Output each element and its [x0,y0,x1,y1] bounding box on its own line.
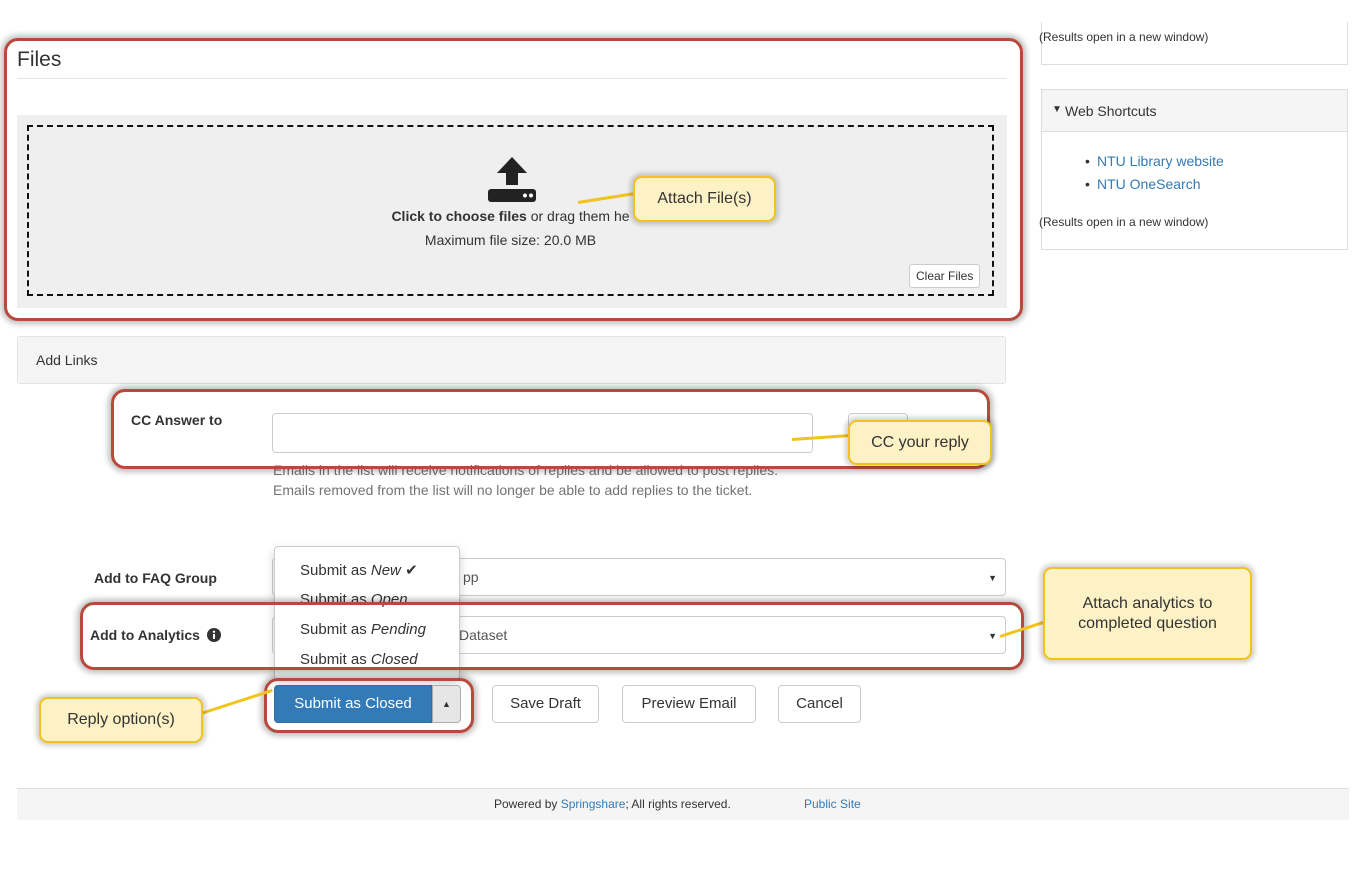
shortcut-link-ntu-library[interactable]: NTU Library website [1097,153,1224,169]
save-draft-button[interactable]: Save Draft [492,685,599,723]
select-caret-icon: ▼ [988,573,997,583]
menu-item-submit-new[interactable]: Submit as New ✔ [300,561,418,579]
submit-highlight [264,678,474,733]
caret-down-icon: ▼ [1052,104,1062,115]
reply-options-pointer [200,688,273,715]
cancel-button[interactable]: Cancel [778,685,861,723]
preview-email-button[interactable]: Preview Email [622,685,756,723]
faq-group-selected: pp [463,569,479,585]
footer-powered-by: Powered by Springshare; All rights reser… [494,797,731,811]
sidebar-results-panel: (Results open in a new window) [1039,22,1348,65]
shortcut-results-note: (Results open in a new window) [1039,215,1209,229]
add-links-label: Add Links [36,352,98,368]
public-site-link[interactable]: Public Site [804,797,861,811]
attach-files-callout: Attach File(s) [633,176,776,222]
files-highlight [4,38,1023,321]
page-footer: Powered by Springshare; All rights reser… [17,788,1349,820]
web-shortcuts-panel: ▼ Web Shortcuts • NTU Library website • NT… [1039,89,1348,250]
web-shortcuts-header[interactable]: ▼ Web Shortcuts [1042,90,1347,132]
add-links-panel[interactable]: Add Links [17,336,1006,384]
shortcut-link-onesearch[interactable]: NTU OneSearch [1097,176,1200,192]
analytics-highlight [80,602,1024,670]
checkmark-icon: ✔ [405,562,418,579]
sidebar-results-note: (Results open in a new window) [1039,30,1209,44]
reply-options-callout: Reply option(s) [39,697,203,743]
bullet-icon: • [1085,153,1090,169]
cc-reply-callout: CC your reply [848,420,992,465]
shortcut-list: • NTU Library website • NTU OneSearch [1085,153,1224,199]
web-shortcuts-heading: Web Shortcuts [1065,103,1157,119]
bullet-icon: • [1085,176,1090,192]
springshare-link[interactable]: Springshare [561,797,626,811]
analytics-callout: Attach analytics to completed question [1043,567,1252,660]
faq-group-label: Add to FAQ Group [94,570,217,586]
